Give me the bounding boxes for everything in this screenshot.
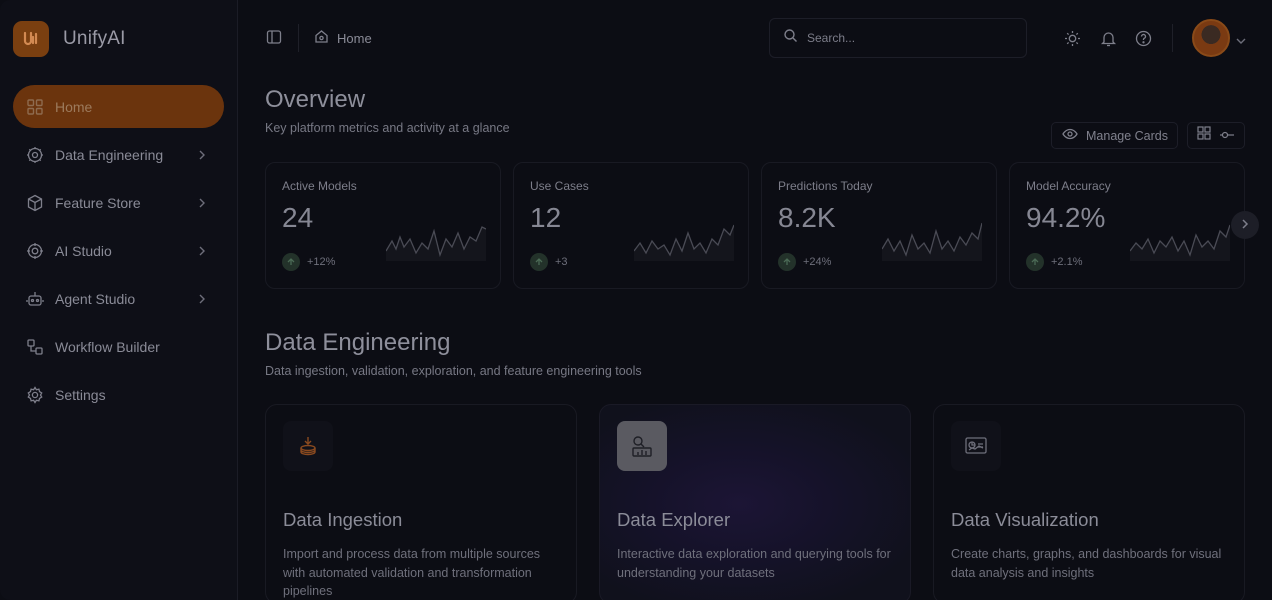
sparkline-chart — [386, 226, 486, 261]
eye-icon — [1062, 128, 1078, 143]
workflow-icon — [25, 337, 45, 357]
ai-chip-icon — [25, 241, 45, 261]
robot-icon — [25, 289, 45, 309]
metric-card-use-cases[interactable]: Use Cases 12 +3 — [513, 162, 749, 289]
tool-card-data-ingestion[interactable]: Data Ingestion Import and process data f… — [265, 404, 577, 600]
tool-description: Create charts, graphs, and dashboards fo… — [951, 547, 1222, 580]
chevron-right-icon — [198, 243, 206, 259]
chevron-right-icon — [198, 195, 206, 211]
grid-icon — [25, 97, 45, 117]
metric-label: Use Cases — [530, 179, 589, 193]
breadcrumb-label: Home — [337, 30, 372, 46]
breadcrumb[interactable]: Home — [314, 29, 372, 47]
sidebar-item-feature-store[interactable]: Feature Store — [13, 181, 224, 224]
overview-title: Overview — [265, 86, 366, 113]
trend-value: +3 — [555, 256, 568, 268]
divider — [298, 24, 299, 52]
brand[interactable]: UnifyAI — [13, 20, 224, 58]
sparkline-chart — [634, 224, 734, 261]
chevron-right-icon — [198, 291, 206, 307]
manage-cards-label: Manage Cards — [1086, 128, 1168, 143]
avatar[interactable] — [1192, 19, 1230, 57]
search-input[interactable] — [807, 31, 1007, 45]
explorer-chart-icon — [617, 421, 667, 471]
home-icon — [314, 29, 329, 47]
sidebar-item-home[interactable]: Home — [13, 85, 224, 128]
chevron-down-icon[interactable] — [1236, 32, 1246, 50]
sidebar-item-data-engineering[interactable]: Data Engineering — [13, 133, 224, 176]
database-gear-icon — [25, 145, 45, 165]
sidebar-toggle-icon[interactable] — [266, 29, 282, 50]
metric-card-predictions-today[interactable]: Predictions Today 8.2K +24% — [761, 162, 997, 289]
arrow-up-icon — [778, 253, 796, 271]
brand-logo — [13, 21, 49, 57]
data-engineering-title: Data Engineering — [265, 329, 451, 356]
sparkline-chart — [882, 222, 982, 261]
sidebar: UnifyAI Home Data Engineering Feature St… — [0, 0, 238, 600]
arrow-up-icon — [1026, 253, 1044, 271]
metric-trend: +12% — [282, 253, 335, 271]
sparkline-chart — [1130, 224, 1230, 261]
metric-card-model-accuracy[interactable]: Model Accuracy 94.2% +2.1% — [1009, 162, 1245, 289]
tool-card-data-visualization[interactable]: Data Visualization Create charts, graphs… — [933, 404, 1245, 600]
trend-value: +12% — [307, 256, 336, 268]
metric-trend: +2.1% — [1026, 253, 1083, 271]
search-box[interactable] — [769, 18, 1027, 58]
sidebar-item-settings[interactable]: Settings — [13, 373, 224, 416]
sidebar-item-label: Data Engineering — [55, 146, 164, 163]
sun-icon[interactable] — [1064, 30, 1081, 52]
trend-value: +24% — [803, 256, 832, 268]
tool-description: Interactive data exploration and queryin… — [617, 547, 891, 580]
manage-cards-button[interactable]: Manage Cards — [1051, 122, 1178, 149]
divider — [1172, 24, 1173, 52]
sidebar-item-label: Agent Studio — [55, 290, 136, 307]
arrow-up-icon — [530, 253, 548, 271]
search-icon — [783, 28, 798, 48]
tool-title: Data Ingestion — [283, 509, 403, 530]
sidebar-item-ai-studio[interactable]: AI Studio — [13, 229, 224, 272]
bell-icon[interactable] — [1100, 30, 1117, 52]
help-icon[interactable] — [1135, 30, 1152, 52]
arrow-up-icon — [282, 253, 300, 271]
main-content: Home Overview Key pla — [238, 0, 1272, 600]
slider-icon — [1219, 127, 1235, 145]
metric-label: Predictions Today — [778, 179, 873, 193]
grid-view-icon — [1197, 126, 1211, 145]
sidebar-item-label: Home — [55, 98, 93, 115]
sidebar-nav: Home Data Engineering Feature Store AI S… — [13, 85, 224, 416]
dashboard-icon — [951, 421, 1001, 471]
chevron-right-icon — [1241, 216, 1249, 234]
cube-icon — [25, 193, 45, 213]
sidebar-item-label: AI Studio — [55, 242, 112, 259]
app-window: UnifyAI Home Data Engineering Feature St… — [0, 0, 1272, 600]
chevron-right-icon — [198, 147, 206, 163]
tool-description: Import and process data from multiple so… — [283, 547, 541, 598]
sidebar-item-label: Workflow Builder — [55, 338, 160, 355]
sidebar-item-label: Feature Store — [55, 194, 141, 211]
metric-card-active-models[interactable]: Active Models 24 +12% — [265, 162, 501, 289]
carousel-next-button[interactable] — [1231, 211, 1259, 239]
overview-subtitle: Key platform metrics and activity at a g… — [265, 121, 510, 135]
metric-trend: +3 — [530, 253, 568, 271]
topbar: Home — [238, 0, 1272, 76]
metric-label: Model Accuracy — [1026, 179, 1111, 193]
tool-title: Data Explorer — [617, 509, 731, 530]
trend-value: +2.1% — [1051, 256, 1083, 268]
tool-title: Data Visualization — [951, 509, 1099, 530]
database-upload-icon — [283, 421, 333, 471]
gear-icon — [25, 385, 45, 405]
layout-toggle-button[interactable] — [1187, 122, 1245, 149]
tool-card-data-explorer[interactable]: Data Explorer Interactive data explorati… — [599, 404, 911, 600]
data-engineering-subtitle: Data ingestion, validation, exploration,… — [265, 364, 642, 378]
metric-label: Active Models — [282, 179, 357, 193]
metric-trend: +24% — [778, 253, 831, 271]
brand-name: UnifyAI — [63, 28, 126, 49]
sidebar-item-agent-studio[interactable]: Agent Studio — [13, 277, 224, 320]
sidebar-item-label: Settings — [55, 386, 106, 403]
sidebar-item-workflow-builder[interactable]: Workflow Builder — [13, 325, 224, 368]
